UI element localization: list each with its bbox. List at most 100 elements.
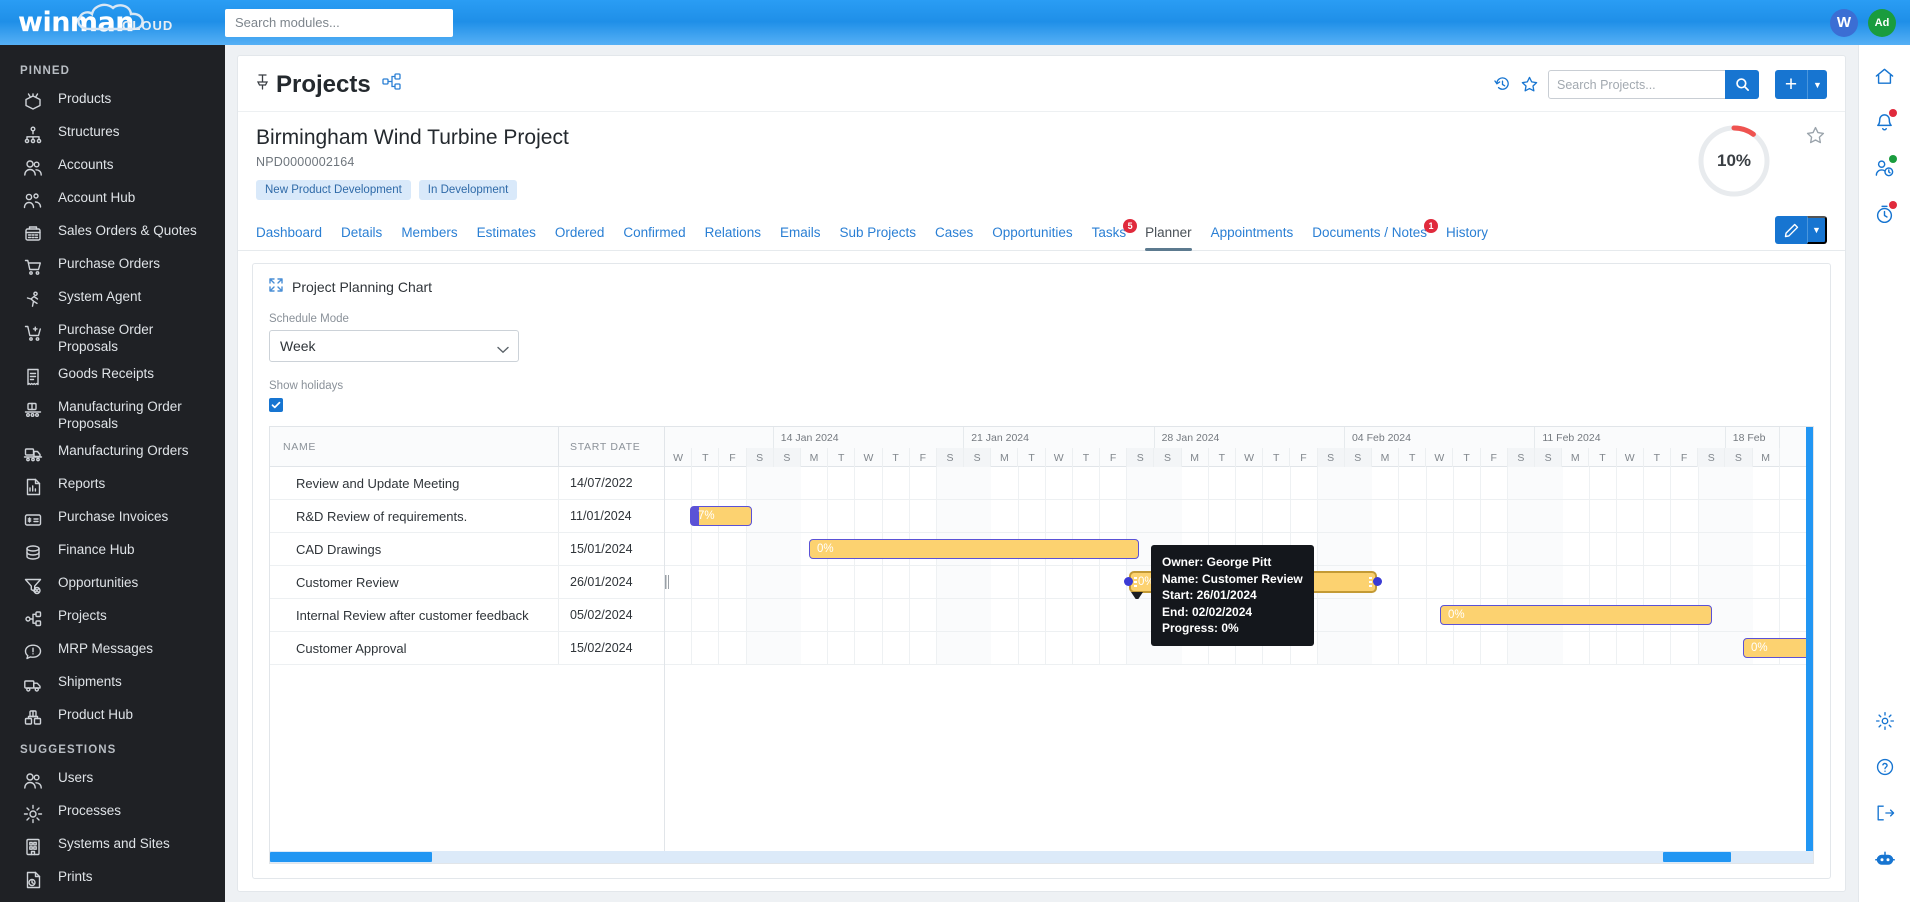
gantt-bar[interactable]: 0% [1743,638,1813,658]
bell-icon[interactable] [1868,105,1902,139]
sidebar-item-account-hub[interactable]: Account Hub [0,184,225,217]
gantt-horizontal-scrollbar[interactable] [270,851,1813,863]
sidebar-item-users[interactable]: Users [0,764,225,797]
gear-icon[interactable] [1868,704,1902,738]
gantt-gridline [1453,632,1454,664]
edit-button[interactable] [1775,216,1807,244]
sidebar-item-manufacturing-orders[interactable]: Manufacturing Orders [0,437,225,470]
project-hierarchy-icon[interactable] [382,73,402,96]
schedule-mode-select[interactable]: WeekDayMonthYear [269,330,519,362]
project-favorite-icon[interactable] [1806,126,1825,150]
pin-icon[interactable] [256,74,269,95]
table-row[interactable]: R&D Review of requirements.11/01/2024 [270,500,664,533]
sidebar-item-structures[interactable]: Structures [0,118,225,151]
gantt-gridline [1127,467,1154,499]
sidebar-item-accounts[interactable]: Accounts [0,151,225,184]
tab-tasks[interactable]: Tasks5 [1092,225,1127,250]
table-row[interactable]: Review and Update Meeting14/07/2022 [270,467,664,500]
sidebar-item-shipments[interactable]: Shipments [0,668,225,701]
sidebar-item-mrp-messages[interactable]: MRP Messages [0,635,225,668]
table-row[interactable]: Customer Review26/01/2024 [270,566,664,599]
gantt-row: 7% [665,500,1813,533]
edit-dropdown-caret[interactable]: ▼ [1807,216,1827,244]
sidebar-item-manufacturing-order-proposals[interactable]: Manufacturing Order Proposals [0,393,225,437]
tab-documents-notes[interactable]: Documents / Notes1 [1312,225,1427,250]
table-row[interactable]: Internal Review after customer feedback0… [270,599,664,632]
gantt-bar-start-handle[interactable] [1124,577,1133,586]
sidebar-item-system-agent[interactable]: System Agent [0,283,225,316]
gantt-bar[interactable]: 0% [1440,605,1712,625]
add-project-dropdown-caret[interactable]: ▼ [1807,70,1827,99]
gantt-bar-right-grip[interactable] [1369,577,1372,587]
tab-estimates[interactable]: Estimates [477,225,536,250]
tab-opportunities[interactable]: Opportunities [992,225,1072,250]
scrollbar-thumb-right[interactable] [1663,852,1731,862]
sidebar-item-systems-and-sites[interactable]: Systems and Sites [0,830,225,863]
tab-history[interactable]: History [1446,225,1488,250]
home-icon[interactable] [1868,59,1902,93]
tab-relations[interactable]: Relations [705,225,761,250]
tab-dashboard[interactable]: Dashboard [256,225,322,250]
topbar-right-group: W Ad [1830,9,1910,37]
avatar-user[interactable]: W [1830,9,1858,37]
column-header-name: NAME [283,441,316,453]
gantt-gridline [1726,533,1753,565]
sidebar-item-products[interactable]: Products [0,85,225,118]
status-badge: In Development [419,180,518,200]
tab-details[interactable]: Details [341,225,382,250]
table-row[interactable]: CAD Drawings15/01/2024 [270,533,664,566]
gantt-gridline [1045,599,1046,631]
structures-icon [22,124,44,146]
sidebar-item-purchase-orders[interactable]: Purchase Orders [0,250,225,283]
sidebar-item-product-hub[interactable]: Product Hub [0,701,225,734]
sidebar-item-purchase-invoices[interactable]: Purchase Invoices [0,503,225,536]
sidebar-item-sales-orders-quotes[interactable]: Sales Orders & Quotes [0,217,225,250]
sidebar-item-reports[interactable]: Reports [0,470,225,503]
logout-icon[interactable] [1868,796,1902,830]
sidebar-item-prints[interactable]: Prints [0,863,225,896]
add-project-button[interactable]: + [1775,70,1807,99]
tab-sub-projects[interactable]: Sub Projects [839,225,916,250]
expand-icon[interactable] [269,278,283,295]
tab-confirmed[interactable]: Confirmed [623,225,685,250]
sidebar-item-purchase-order-proposals[interactable]: Purchase Order Proposals [0,316,225,360]
tab-members[interactable]: Members [401,225,457,250]
tab-planner[interactable]: Planner [1145,225,1192,250]
tab-ordered[interactable]: Ordered [555,225,605,250]
sidebar-item-opportunities[interactable]: Opportunities [0,569,225,602]
show-holidays-checkbox[interactable] [269,398,283,412]
timer-icon[interactable] [1868,197,1902,231]
sidebar-item-finance-hub[interactable]: Finance Hub [0,536,225,569]
help-icon[interactable] [1868,750,1902,784]
gantt-bar-end-handle[interactable] [1373,577,1382,586]
user-status-dot [1889,155,1897,163]
robot-icon[interactable] [1868,842,1902,876]
tab-appointments[interactable]: Appointments [1211,225,1294,250]
gantt-gridline [718,467,719,499]
gantt-bar-left-grip[interactable] [1134,577,1137,587]
gantt-gridline [1318,467,1345,499]
sidebar-item-label: Purchase Order Proposals [58,321,211,355]
tab-cases[interactable]: Cases [935,225,973,250]
gantt-gridline [1699,632,1726,664]
table-row[interactable]: Customer Approval15/02/2024 [270,632,664,665]
tab-emails[interactable]: Emails [780,225,821,250]
sidebar-item-projects[interactable]: Projects [0,602,225,635]
search-projects-input[interactable] [1548,70,1726,99]
search-projects-button[interactable] [1725,70,1759,99]
app-logo[interactable]: winman CLOUD [0,7,225,38]
page-title: Projects [276,71,371,99]
gantt-gridline [1670,632,1671,664]
user-clock-icon[interactable] [1868,151,1902,185]
favorite-star-icon[interactable] [1521,76,1538,93]
gantt-milestone-marker[interactable] [665,575,669,589]
gantt-bar[interactable]: 0% [809,539,1139,559]
avatar-admin[interactable]: Ad [1868,9,1896,37]
modules-search-input[interactable] [225,9,453,37]
history-icon[interactable] [1494,76,1511,93]
gantt-gridline [1480,533,1481,565]
gantt-bar[interactable]: 7% [690,506,752,526]
scrollbar-thumb-left[interactable] [270,852,432,862]
sidebar-item-goods-receipts[interactable]: Goods Receipts [0,360,225,393]
sidebar-item-processes[interactable]: Processes [0,797,225,830]
